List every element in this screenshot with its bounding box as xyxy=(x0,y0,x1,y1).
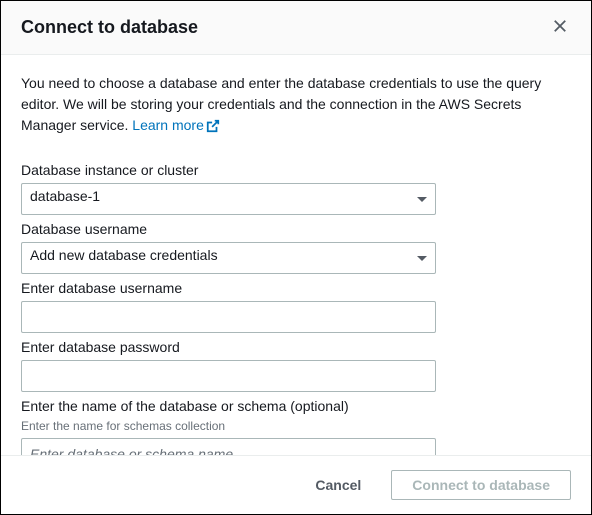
instance-select-wrap: database-1 xyxy=(21,183,436,215)
dialog-header: Connect to database xyxy=(1,1,591,55)
enter-username-input[interactable] xyxy=(21,301,436,333)
field-schema: Enter the name of the database or schema… xyxy=(21,398,571,455)
db-username-select-label: Database username xyxy=(21,221,571,237)
field-enter-username: Enter database username xyxy=(21,280,571,333)
close-button[interactable] xyxy=(549,15,571,40)
schema-hint: Enter the name for schemas collection xyxy=(21,419,571,433)
intro-text-content: You need to choose a database and enter … xyxy=(21,75,541,133)
schema-label: Enter the name of the database or schema… xyxy=(21,398,571,414)
cancel-button[interactable]: Cancel xyxy=(295,470,381,500)
intro-text: You need to choose a database and enter … xyxy=(21,73,571,136)
field-db-username-select: Database username Add new database crede… xyxy=(21,221,571,274)
instance-label: Database instance or cluster xyxy=(21,162,571,178)
external-link-icon xyxy=(206,119,220,133)
close-icon xyxy=(553,19,567,36)
enter-password-label: Enter database password xyxy=(21,339,571,355)
field-enter-password: Enter database password xyxy=(21,339,571,392)
instance-select[interactable]: database-1 xyxy=(21,183,436,215)
learn-more-link[interactable]: Learn more xyxy=(132,117,220,133)
dialog-body: You need to choose a database and enter … xyxy=(1,55,591,455)
db-username-select-wrap: Add new database credentials xyxy=(21,242,436,274)
enter-username-label: Enter database username xyxy=(21,280,571,296)
enter-password-input[interactable] xyxy=(21,360,436,392)
learn-more-label: Learn more xyxy=(132,117,204,133)
connect-button[interactable]: Connect to database xyxy=(391,470,571,500)
schema-input[interactable] xyxy=(21,438,436,455)
dialog-footer: Cancel Connect to database xyxy=(1,455,591,514)
field-instance: Database instance or cluster database-1 xyxy=(21,162,571,215)
db-username-select[interactable]: Add new database credentials xyxy=(21,242,436,274)
dialog-title: Connect to database xyxy=(21,17,198,38)
